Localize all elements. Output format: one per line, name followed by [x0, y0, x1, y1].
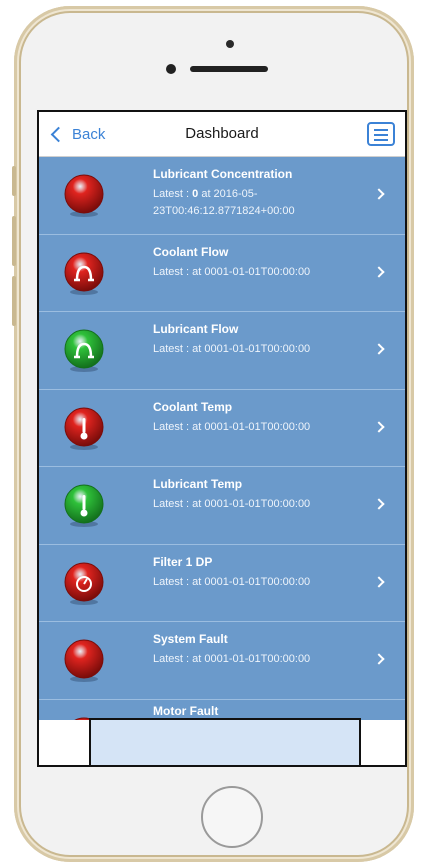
- latest-timestamp: at 0001-01-01T00:00:00: [192, 420, 311, 433]
- sensor-latest: Latest : at 0001-01-01T00:00:00: [153, 574, 358, 591]
- highlight-box: [89, 718, 361, 765]
- nav-bar: Back Dashboard: [39, 112, 405, 157]
- sensor-title: Coolant Temp: [153, 399, 233, 414]
- sensor-latest: Latest : at 0001-01-01T00:00:00: [153, 651, 358, 668]
- earpiece-speaker: [190, 66, 268, 72]
- sensor-row[interactable]: Coolant Temp Latest : at 0001-01-01T00:00…: [39, 390, 405, 467]
- latest-prefix: Latest :: [153, 343, 193, 355]
- chevron-right-icon: [373, 343, 385, 355]
- app-screen: Back Dashboard Lubricant Concentration La…: [37, 110, 407, 767]
- proximity-sensor: [226, 40, 234, 48]
- chevron-right-icon: [373, 653, 385, 665]
- menu-button[interactable]: [367, 122, 395, 146]
- sensor-title: Coolant Flow: [153, 244, 229, 259]
- front-camera: [166, 64, 176, 74]
- sensor-list: Lubricant Concentration Latest : 0 at 201…: [39, 157, 405, 720]
- chevron-right-icon: [373, 498, 385, 510]
- sensor-latest: Latest : at 0001-01-01T00:00:00: [153, 341, 358, 358]
- sensor-title: System Fault: [153, 632, 228, 646]
- sensor-row[interactable]: Lubricant Temp Latest : at 0001-01-01T00:…: [39, 467, 405, 545]
- sensor-row[interactable]: Lubricant Flow Latest : at 0001-01-01T00:…: [39, 312, 405, 390]
- status-light-thermometer-icon: [64, 407, 104, 450]
- latest-prefix: Latest :: [153, 575, 193, 588]
- sensor-latest: Latest : 0 at 2016-05-23T00:46:12.877182…: [153, 186, 358, 220]
- sensor-row[interactable]: Lubricant Concentration Latest : 0 at 201…: [39, 157, 405, 235]
- menu-line: [374, 129, 388, 131]
- chevron-right-icon: [373, 575, 385, 588]
- chevron-right-icon: [373, 420, 385, 433]
- latest-timestamp: at 0001-01-01T00:00:00: [192, 343, 311, 355]
- sensor-title: Lubricant Flow: [153, 322, 239, 336]
- sensor-row[interactable]: Motor Fault: [39, 700, 405, 720]
- status-light-flow-icon: [64, 329, 104, 372]
- sensor-latest: Latest : at 0001-01-01T00:00:00: [153, 419, 358, 436]
- latest-prefix: Latest :: [153, 420, 193, 433]
- latest-prefix: Latest :: [153, 653, 193, 665]
- home-button[interactable]: [201, 786, 263, 848]
- sensor-row[interactable]: Coolant Flow Latest : at 0001-01-01T00:00…: [39, 235, 405, 312]
- sensor-title: Filter 1 DP: [153, 554, 213, 569]
- side-button: [12, 166, 16, 196]
- side-button: [12, 216, 16, 266]
- latest-prefix: Latest :: [153, 265, 193, 278]
- sensor-title: Lubricant Temp: [153, 477, 243, 491]
- status-light-indicator: [64, 639, 104, 682]
- latest-timestamp: at 0001-01-01T00:00:00: [192, 498, 311, 510]
- chevron-right-icon: [373, 188, 385, 200]
- latest-prefix: Latest :: [153, 188, 193, 200]
- latest-timestamp: at 0001-01-01T00:00:00: [192, 575, 311, 588]
- menu-line: [374, 139, 388, 141]
- sensor-title: Lubricant Concentration: [153, 167, 293, 181]
- status-light-thermometer-icon: [64, 484, 104, 527]
- menu-line: [374, 134, 388, 136]
- sensor-title: Motor Fault: [153, 703, 219, 718]
- status-light-flow-icon: [64, 252, 104, 295]
- latest-timestamp: at 0001-01-01T00:00:00: [192, 265, 311, 278]
- status-light-gauge-icon: [64, 562, 104, 605]
- chevron-right-icon: [373, 265, 385, 278]
- sensor-row[interactable]: System Fault Latest : at 0001-01-01T00:00…: [39, 622, 405, 700]
- sensor-row[interactable]: Filter 1 DP Latest : at 0001-01-01T00:00:…: [39, 545, 405, 622]
- sensor-latest: Latest : at 0001-01-01T00:00:00: [153, 496, 358, 513]
- status-light-indicator: [64, 174, 104, 217]
- side-button: [12, 276, 16, 326]
- sensor-latest: Latest : at 0001-01-01T00:00:00: [153, 264, 358, 281]
- latest-timestamp: at 0001-01-01T00:00:00: [192, 653, 311, 665]
- page-title: Dashboard: [185, 125, 259, 142]
- latest-prefix: Latest :: [153, 498, 193, 510]
